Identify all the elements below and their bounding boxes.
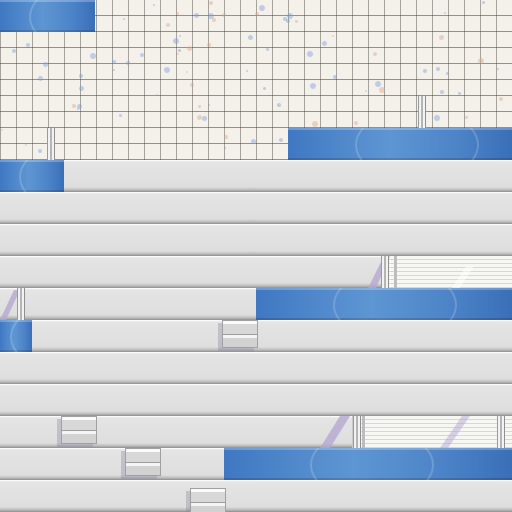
lilac-shadow xyxy=(320,416,350,448)
handrail-icon xyxy=(497,416,505,448)
lilac-shadow xyxy=(440,416,470,448)
handrail-icon xyxy=(47,128,55,160)
lilac-shadow xyxy=(452,266,474,288)
drain-grate-icon xyxy=(222,320,258,348)
water-pool xyxy=(0,160,64,192)
drain-grate-icon xyxy=(61,416,97,444)
drain-grate-icon xyxy=(190,488,226,512)
water-pool xyxy=(224,448,512,480)
handrail-icon xyxy=(381,256,389,288)
water-pool xyxy=(0,0,95,32)
handrail-icon xyxy=(418,96,426,128)
water-pool xyxy=(256,288,512,320)
game-scene xyxy=(0,0,512,512)
handrail-icon xyxy=(353,416,361,448)
drain-grate-icon xyxy=(125,448,161,476)
handrail-icon xyxy=(17,288,25,320)
water-pool xyxy=(288,128,512,160)
water-pool xyxy=(0,320,32,352)
